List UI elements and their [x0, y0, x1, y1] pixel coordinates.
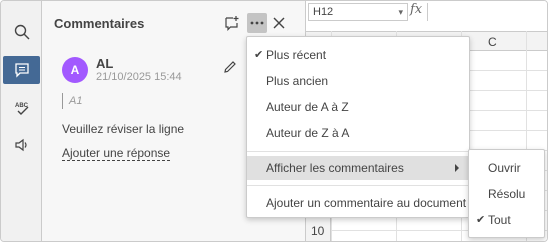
submenu-item-open[interactable]: Ouvrir — [469, 156, 544, 180]
comment-text: Veuillez réviser la ligne — [62, 122, 185, 136]
menu-item-label: Afficher les commentaires — [266, 161, 404, 175]
close-icon — [273, 17, 285, 29]
comment-cell-ref: A1 — [62, 93, 82, 109]
add-comment-icon — [225, 16, 239, 31]
menu-item-label: Plus ancien — [266, 74, 329, 88]
speaker-icon — [14, 138, 27, 152]
menu-item-add-document-comment[interactable]: Ajouter un commentaire au document — [247, 191, 469, 215]
edit-comment-button[interactable] — [220, 57, 240, 77]
row-header[interactable]: 10 — [311, 224, 324, 238]
sort-menu: ✔ Plus récent Plus ancien Auteur de A à … — [246, 36, 470, 218]
submenu-item-all[interactable]: ✔ Tout — [469, 208, 544, 232]
menu-item-author-za[interactable]: Auteur de Z à A — [247, 121, 469, 145]
panel-title: Commentaires — [54, 16, 145, 31]
spellcheck-icon: ABC — [15, 103, 28, 115]
check-icon: ✔ — [476, 214, 486, 226]
submenu-arrow-icon — [455, 164, 459, 172]
menu-item-label: Plus récent — [266, 48, 327, 62]
menu-item-label: Auteur de A à Z — [266, 100, 349, 114]
search-icon — [14, 24, 29, 40]
comment-date: 21/10/2025 15:44 — [96, 71, 182, 83]
app-window: ABC Commentaires A AL 21/10/2025 15:44 A… — [0, 0, 548, 242]
spellcheck-button[interactable]: ABC — [3, 94, 40, 122]
show-comments-submenu: Ouvrir Résolu ✔ Tout — [468, 149, 545, 238]
add-comment-button[interactable] — [222, 13, 242, 33]
submenu-item-resolved[interactable]: Résolu — [469, 182, 544, 206]
close-panel-button[interactable] — [269, 13, 289, 33]
formula-bar[interactable] — [427, 3, 547, 21]
check-icon: ✔ — [254, 49, 264, 61]
column-header[interactable]: C — [488, 35, 497, 49]
add-reply-link[interactable]: Ajouter une réponse — [62, 146, 171, 161]
menu-item-newest[interactable]: ✔ Plus récent — [247, 43, 469, 67]
menu-item-author-az[interactable]: Auteur de A à Z — [247, 95, 469, 119]
speech-button[interactable] — [3, 131, 40, 159]
menu-item-show-comments[interactable]: Afficher les commentaires — [247, 156, 469, 180]
comments-button[interactable] — [3, 56, 40, 84]
menu-item-label: Tout — [488, 213, 511, 227]
search-button[interactable] — [3, 18, 40, 46]
menu-item-label: Ouvrir — [488, 161, 521, 175]
menu-item-label: Résolu — [488, 187, 526, 201]
comment-author: AL — [96, 56, 114, 71]
menu-divider — [247, 151, 469, 152]
chevron-down-icon[interactable]: ▾ — [398, 4, 403, 20]
edit-icon — [224, 61, 236, 73]
menu-item-label: Auteur de Z à A — [266, 126, 350, 140]
menu-item-label: Ajouter un commentaire au document — [266, 196, 467, 210]
avatar: A — [62, 57, 88, 83]
more-options-button[interactable] — [247, 13, 267, 33]
name-box-value: H12 — [313, 6, 334, 18]
comment-icon — [14, 63, 29, 78]
menu-divider — [247, 185, 469, 186]
fx-icon[interactable]: fx — [410, 2, 422, 17]
menu-item-oldest[interactable]: Plus ancien — [247, 69, 469, 93]
left-toolbar: ABC — [1, 1, 42, 241]
more-icon — [250, 21, 264, 25]
name-box[interactable]: H12 ▾ — [308, 3, 408, 21]
